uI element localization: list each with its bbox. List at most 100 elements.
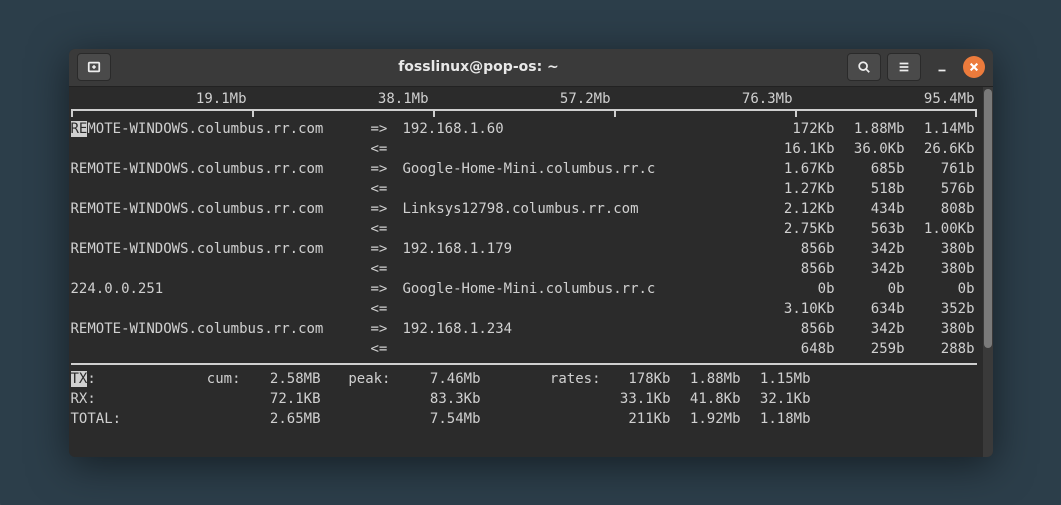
rx-rate-1: 342b [835,259,905,279]
tx-rate-0: 856b [765,319,835,339]
new-tab-button[interactable] [77,53,111,81]
total-rate-40s: 1.18Mb [741,409,811,429]
connection-dst: Google-Home-Mini.columbus.rr.c [403,279,765,299]
tx-rate-2: 761b [905,159,975,179]
summary-divider [71,363,977,365]
connection-rx-row: <=2.75Kb563b1.00Kb [69,219,979,239]
window-title: fosslinux@pop-os: ~ [398,59,559,75]
scrollbar-thumb[interactable] [984,89,992,348]
arrow-out-icon: => [371,239,403,259]
rx-rate-2: 576b [905,179,975,199]
rx-rate-2: 26.6Kb [905,139,975,159]
tx-rate-0: 1.67Kb [765,159,835,179]
tx-rate-1: 434b [835,199,905,219]
tx-label: TX: [71,369,141,389]
connection-rx-row: <= 3.10Kb634b352b [69,299,979,319]
tx-rate-2s: 178Kb [601,369,671,389]
search-button[interactable] [847,53,881,81]
connection-dst: Linksys12798.columbus.rr.com [403,199,765,219]
tx-rate-0: 172Kb [765,119,835,139]
arrow-in-icon: <= [371,179,403,199]
cum-label: cum: [141,369,241,389]
rx-rate-2: 380b [905,259,975,279]
tx-rate-2: 380b [905,239,975,259]
connection-rx-row: <= 648b259b288b [69,339,979,359]
rx-rate-40s: 32.1Kb [741,389,811,409]
arrow-out-icon: => [371,279,403,299]
menu-button[interactable] [887,53,921,81]
tx-rate-0: 856b [765,239,835,259]
bandwidth-scale: 19.1Mb 38.1Mb 57.2Mb 76.3Mb 95.4Mb [69,87,979,109]
close-button[interactable] [963,56,985,78]
close-icon [969,62,979,72]
tx-cum: 2.58MB [241,369,321,389]
arrow-out-icon: => [371,199,403,219]
total-cum: 2.65MB [241,409,321,429]
connection-tx-row: REMOTE-WINDOWS.columbus.rr.com=>Linksys1… [69,199,979,219]
scale-tick: 57.2Mb [433,89,615,109]
rx-rate-0: 16.1Kb [765,139,835,159]
terminal-window: fosslinux@pop-os: ~ 19.1Mb 38.1Mb 57.2Mb… [69,49,993,457]
tx-rate-1: 1.88Mb [835,119,905,139]
new-tab-icon [87,60,101,74]
arrow-in-icon: <= [371,299,403,319]
connection-rx-row: <=16.1Kb36.0Kb26.6Kb [69,139,979,159]
hamburger-icon [897,60,911,74]
rx-rate-2: 1.00Kb [905,219,975,239]
minimize-button[interactable] [927,53,957,81]
scrollbar[interactable] [983,87,993,457]
rx-rate-0: 3.10Kb [765,299,835,319]
rx-label: RX: [71,389,141,409]
peak-label: peak: [321,369,391,389]
tx-rate-0: 2.12Kb [765,199,835,219]
connection-dst: Google-Home-Mini.columbus.rr.c [403,159,765,179]
rx-peak: 83.3Kb [391,389,481,409]
summary-tx-row: TX: cum: 2.58MB peak: 7.46Mb rates: 178K… [69,369,979,389]
rx-rate-1: 518b [835,179,905,199]
tx-rate-1: 0b [835,279,905,299]
tx-rate-2: 0b [905,279,975,299]
connection-dst: 192.168.1.234 [403,319,765,339]
arrow-in-icon: <= [371,219,403,239]
scale-tick: 19.1Mb [69,89,251,109]
arrow-in-icon: <= [371,339,403,359]
total-label: TOTAL: [71,409,141,429]
scale-ruler [71,109,977,117]
total-rate-2s: 211Kb [601,409,671,429]
total-peak: 7.54Mb [391,409,481,429]
connection-src: 224.0.0.251 [71,279,371,299]
tx-rate-40s: 1.15Mb [741,369,811,389]
tx-rate-1: 685b [835,159,905,179]
rx-rate-2s: 33.1Kb [601,389,671,409]
rx-rate-10s: 41.8Kb [671,389,741,409]
tx-rate-0: 0b [765,279,835,299]
summary-total-row: TOTAL: 2.65MB 7.54Mb 211Kb 1.92Mb 1.18Mb [69,409,979,429]
connection-src: REMOTE-WINDOWS.columbus.rr.com [71,239,371,259]
connection-dst: 192.168.1.60 [403,119,765,139]
rx-rate-0: 648b [765,339,835,359]
rx-rate-2: 288b [905,339,975,359]
rx-rate-1: 634b [835,299,905,319]
rates-label: rates: [481,369,601,389]
connection-tx-row: 224.0.0.251=>Google-Home-Mini.columbus.r… [69,279,979,299]
connections-list: REMOTE-WINDOWS.columbus.rr.com=>192.168.… [69,119,979,359]
connection-dst: 192.168.1.179 [403,239,765,259]
rx-rate-2: 352b [905,299,975,319]
rx-rate-1: 563b [835,219,905,239]
terminal-content[interactable]: 19.1Mb 38.1Mb 57.2Mb 76.3Mb 95.4Mb REMOT… [69,87,983,457]
rx-cum: 72.1KB [241,389,321,409]
tx-rate-2: 808b [905,199,975,219]
scale-tick: 76.3Mb [615,89,797,109]
arrow-in-icon: <= [371,259,403,279]
connection-src: REMOTE-WINDOWS.columbus.rr.com [71,319,371,339]
connection-tx-row: REMOTE-WINDOWS.columbus.rr.com=>192.168.… [69,319,979,339]
search-icon [857,60,871,74]
titlebar: fosslinux@pop-os: ~ [69,49,993,87]
rx-rate-1: 259b [835,339,905,359]
connection-tx-row: REMOTE-WINDOWS.columbus.rr.com=>192.168.… [69,119,979,139]
summary-rx-row: RX: 72.1KB 83.3Kb 33.1Kb 41.8Kb 32.1Kb [69,389,979,409]
tx-rate-1: 342b [835,319,905,339]
connection-src: REMOTE-WINDOWS.columbus.rr.com [71,199,371,219]
rx-rate-1: 36.0Kb [835,139,905,159]
tx-rate-2: 1.14Mb [905,119,975,139]
